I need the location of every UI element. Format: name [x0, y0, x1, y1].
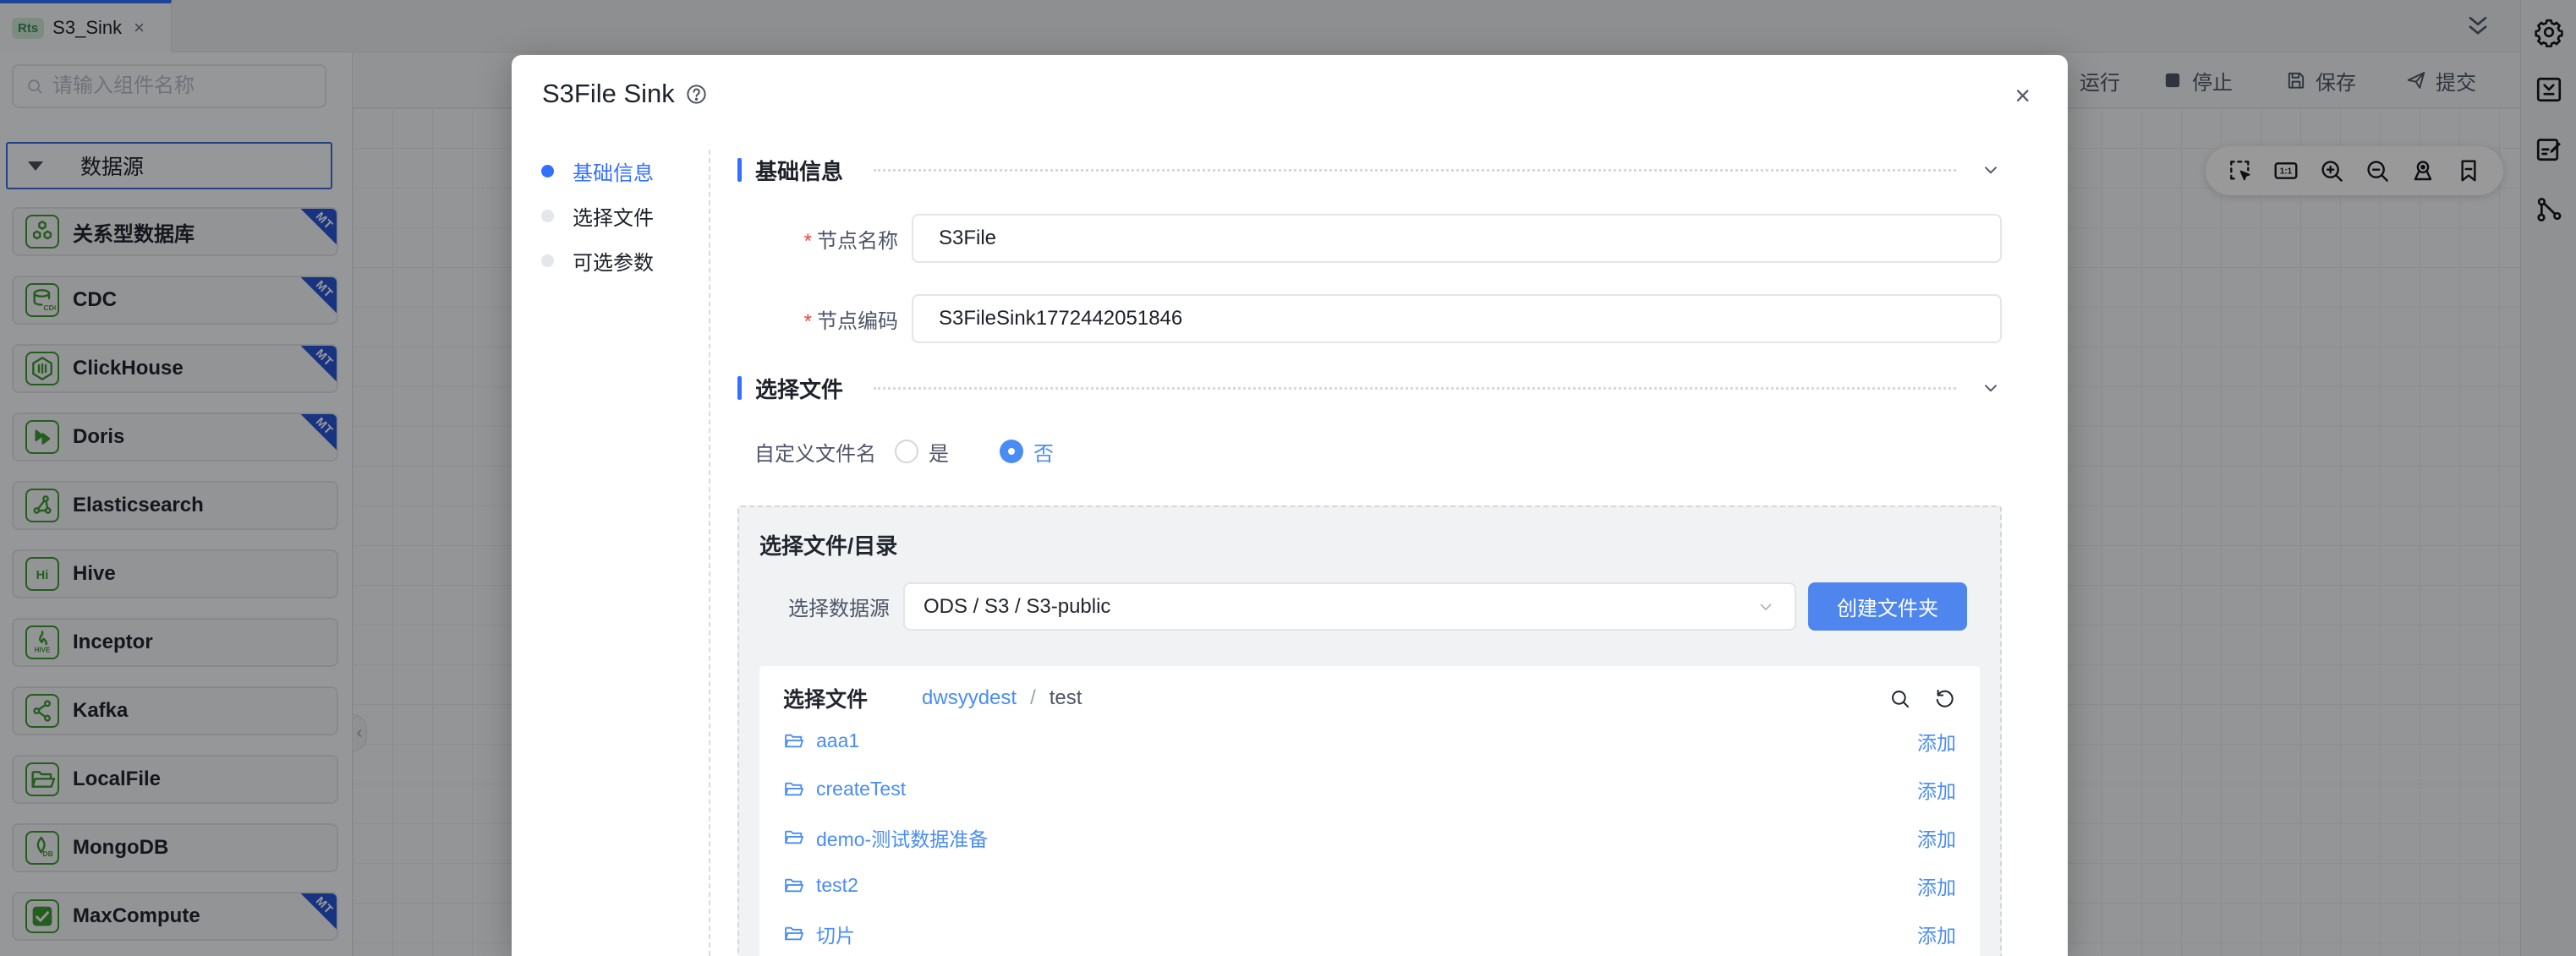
- dialog-nav: 基础信息 选择文件 可选参数: [512, 158, 709, 292]
- add-link[interactable]: 添加: [1917, 920, 1956, 948]
- dialog-title: S3File Sink: [542, 79, 675, 109]
- radio-yes[interactable]: [895, 440, 918, 463]
- add-link[interactable]: 添加: [1917, 727, 1956, 756]
- undo-icon[interactable]: [1933, 687, 1956, 710]
- folder-name-link[interactable]: 切片: [816, 920, 855, 948]
- required-mark: *: [804, 230, 812, 253]
- datasource-row: 选择数据源 ODS / S3 / S3-public 创建文件夹: [759, 582, 1980, 631]
- close-icon[interactable]: ×: [2014, 82, 2031, 109]
- field-node-name: *节点名称 S3File: [737, 214, 2002, 263]
- field-label: *节点名称: [737, 224, 898, 254]
- radio-yes-label[interactable]: 是: [929, 437, 949, 467]
- add-link[interactable]: 添加: [1917, 871, 1956, 900]
- node-code-input[interactable]: S3FileSink1772442051846: [912, 294, 2002, 343]
- section-title: 选择文件: [755, 373, 843, 404]
- search-icon[interactable]: [1888, 687, 1911, 710]
- nav-dot: [541, 210, 554, 222]
- file-browser-title: 选择文件: [783, 683, 868, 713]
- section-select-file: 选择文件: [737, 374, 2002, 402]
- folder-icon: [783, 778, 804, 800]
- file-row: test2 添加: [783, 861, 1956, 910]
- add-link[interactable]: 添加: [1917, 775, 1956, 804]
- chevron-down-icon[interactable]: [1980, 159, 2002, 181]
- dialog-content: 基础信息 *节点名称 S3File *节点编码 S3FileSink177244…: [737, 150, 2002, 956]
- breadcrumb-current: test: [1050, 686, 1082, 710]
- datasource-value: ODS / S3 / S3-public: [924, 595, 1756, 619]
- nav-divider: [709, 150, 710, 956]
- s3file-sink-dialog: S3File Sink × 基础信息 选择文件 可选参数 基础信息: [512, 55, 2068, 956]
- file-browser-card: 选择文件 dwsyydest / test aaa1 添加 createTest 添加…: [759, 666, 1980, 956]
- help-icon[interactable]: [685, 83, 708, 106]
- section-title: 基础信息: [755, 155, 843, 186]
- file-row: createTest 添加: [783, 765, 1956, 813]
- chevron-down-icon: [1756, 597, 1776, 617]
- folder-icon: [783, 827, 804, 848]
- file-browser-header: 选择文件 dwsyydest / test: [783, 680, 1956, 717]
- folder-name-link[interactable]: test2: [816, 874, 858, 897]
- chevron-down-icon[interactable]: [1980, 377, 2002, 399]
- create-folder-button[interactable]: 创建文件夹: [1808, 582, 1967, 631]
- nav-dot: [541, 165, 554, 178]
- section-divider: [874, 169, 1956, 172]
- file-row: 切片 添加: [783, 910, 1956, 956]
- nav-item-select-file[interactable]: 选择文件: [512, 203, 709, 228]
- custom-filename-field: 自定义文件名 是 否: [737, 439, 2002, 464]
- nav-item-basic-info[interactable]: 基础信息: [512, 158, 709, 183]
- radio-no[interactable]: [1000, 440, 1023, 463]
- section-accent-bar: [737, 376, 742, 400]
- section-basic-info: 基础信息: [737, 156, 2002, 183]
- file-row: aaa1 添加: [783, 717, 1956, 765]
- nav-dot: [541, 254, 554, 267]
- section-accent-bar: [737, 158, 742, 182]
- nav-item-optional-params[interactable]: 可选参数: [512, 248, 709, 273]
- datasource-select[interactable]: ODS / S3 / S3-public: [903, 582, 1796, 631]
- field-node-code: *节点编码 S3FileSink1772442051846: [737, 294, 2002, 343]
- add-link[interactable]: 添加: [1917, 823, 1956, 852]
- folder-name-link[interactable]: aaa1: [816, 729, 859, 752]
- screen: Rts S3_Sink × 运行 停止 保存 提交 1:1: [0, 0, 2576, 956]
- radio-no-label[interactable]: 否: [1033, 437, 1054, 467]
- section-divider: [874, 387, 1956, 390]
- required-mark: *: [804, 310, 812, 333]
- folder-name-link[interactable]: createTest: [816, 778, 906, 800]
- breadcrumb-separator: /: [1030, 686, 1036, 710]
- field-label: *节点编码: [737, 304, 898, 334]
- dialog-header: S3File Sink: [542, 79, 708, 109]
- folder-name-link[interactable]: demo-测试数据准备: [816, 823, 988, 852]
- node-name-input[interactable]: S3File: [912, 214, 2002, 263]
- panel-title: 选择文件/目录: [759, 529, 1980, 560]
- custom-filename-label: 自定义文件名: [754, 437, 876, 467]
- folder-icon: [783, 730, 804, 751]
- nav-label: 可选参数: [573, 246, 654, 276]
- file-row: demo-测试数据准备 添加: [783, 813, 1956, 861]
- datasource-label: 选择数据源: [788, 592, 890, 621]
- file-list: aaa1添加createTest添加demo-测试数据准备添加test2添加切片…: [783, 717, 1956, 956]
- file-directory-panel: 选择文件/目录 选择数据源 ODS / S3 / S3-public 创建文件夹…: [737, 505, 2002, 956]
- breadcrumb-root-link[interactable]: dwsyydest: [922, 686, 1017, 710]
- nav-label: 基础信息: [573, 156, 654, 186]
- folder-icon: [783, 923, 804, 944]
- nav-label: 选择文件: [573, 201, 654, 231]
- folder-icon: [783, 875, 804, 896]
